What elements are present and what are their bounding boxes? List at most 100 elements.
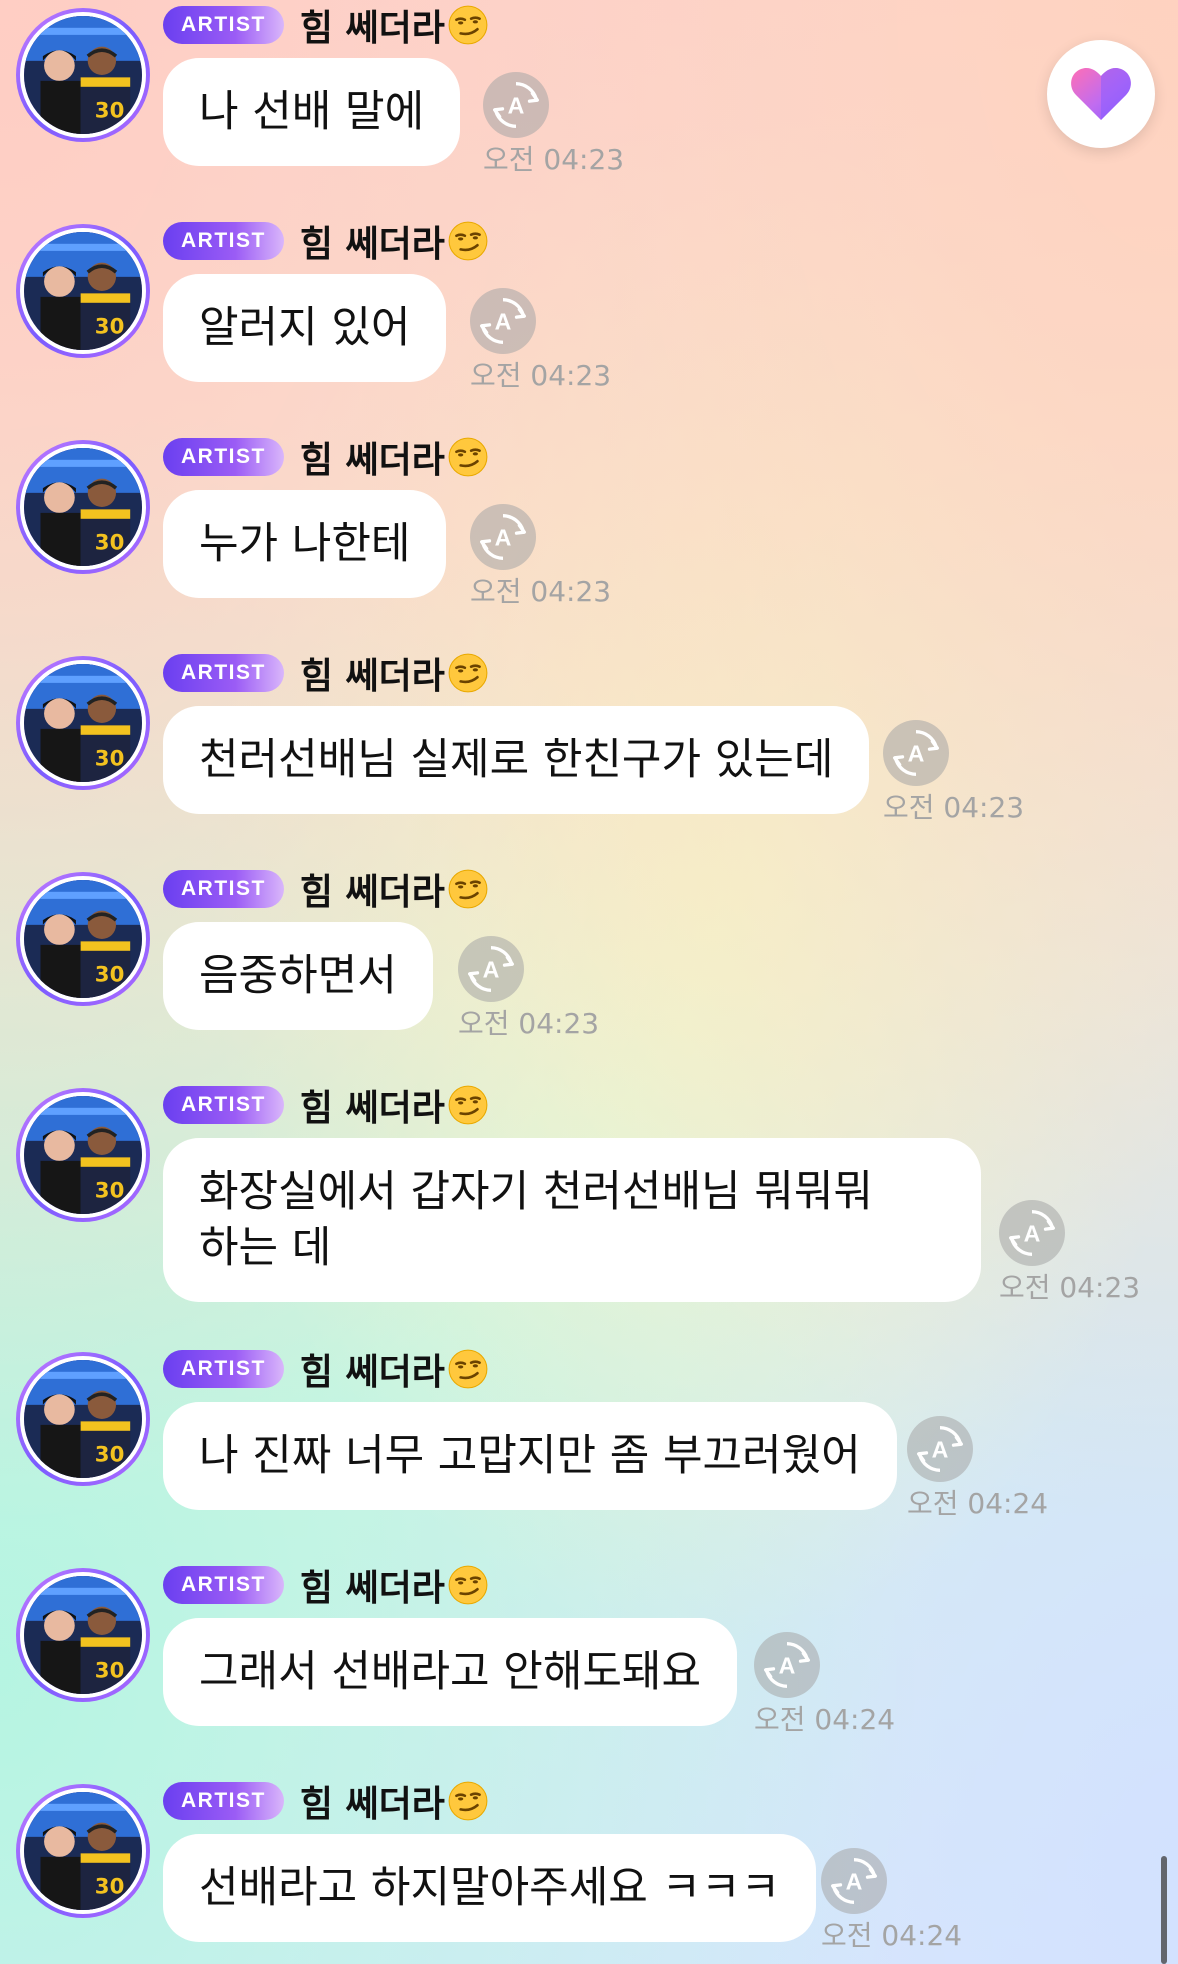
sender-name: 힘 쎄더라 bbox=[299, 656, 445, 697]
smirk-emoji-icon bbox=[447, 652, 489, 694]
auto-translate-icon: A bbox=[831, 1858, 877, 1904]
message-bubble[interactable]: 그래서 선배라고 안해도돼요 bbox=[163, 1618, 738, 1726]
avatar-photo: 30 bbox=[24, 232, 142, 350]
avatar[interactable]: 30 bbox=[16, 1784, 150, 1918]
sender-name: 힘 쎄더라 bbox=[299, 872, 445, 913]
avatar-photo: 30 bbox=[24, 664, 142, 782]
sender-row: ARTIST 힘 쎄더라 bbox=[163, 652, 489, 697]
message-time: 오전 04:24 bbox=[907, 1487, 1049, 1520]
message-time: 오전 04:23 bbox=[883, 791, 1025, 824]
message-time: 오전 04:23 bbox=[470, 575, 612, 608]
message-bubble[interactable]: 천러선배님 실제로 한친구가 있는데 bbox=[163, 706, 870, 814]
smirk-emoji-icon bbox=[447, 868, 489, 910]
smirk-emoji-icon bbox=[447, 1348, 489, 1390]
auto-translate-icon: A bbox=[1009, 1210, 1055, 1256]
avatar[interactable]: 30 bbox=[16, 440, 150, 574]
avatar[interactable]: 30 bbox=[16, 224, 150, 358]
svg-text:30: 30 bbox=[95, 962, 125, 987]
avatar[interactable]: 30 bbox=[16, 1352, 150, 1486]
svg-text:A: A bbox=[495, 525, 512, 551]
sender-row: ARTIST 힘 쎄더라 bbox=[163, 4, 489, 49]
avatar-photo: 30 bbox=[24, 16, 142, 134]
sender-name: 힘 쎄더라 bbox=[299, 1088, 445, 1129]
message-bubble[interactable]: 화장실에서 갑자기 천러선배님 뭐뭐뭐 하는 데 bbox=[163, 1138, 981, 1302]
smirk-emoji-icon bbox=[447, 220, 489, 262]
svg-text:A: A bbox=[908, 741, 925, 767]
auto-translate-button[interactable]: A bbox=[883, 720, 949, 786]
artist-badge: ARTIST bbox=[163, 1566, 284, 1604]
message-time: 오전 04:23 bbox=[470, 359, 612, 392]
message-bubble[interactable]: 알러지 있어 bbox=[163, 274, 447, 382]
auto-translate-button[interactable]: A bbox=[754, 1632, 820, 1698]
sender-name: 힘 쎄더라 bbox=[299, 8, 445, 49]
auto-translate-button[interactable]: A bbox=[483, 72, 549, 138]
svg-text:A: A bbox=[846, 1869, 863, 1895]
svg-text:A: A bbox=[483, 957, 500, 983]
avatar[interactable]: 30 bbox=[16, 1088, 150, 1222]
svg-text:30: 30 bbox=[95, 98, 125, 123]
auto-translate-button[interactable]: A bbox=[821, 1848, 887, 1914]
artist-badge: ARTIST bbox=[163, 654, 284, 692]
scrollbar[interactable] bbox=[1161, 1856, 1167, 1964]
auto-translate-button[interactable]: A bbox=[470, 504, 536, 570]
auto-translate-icon: A bbox=[480, 298, 526, 344]
svg-text:30: 30 bbox=[95, 1178, 125, 1203]
avatar[interactable]: 30 bbox=[16, 8, 150, 142]
sender-name: 힘 쎄더라 bbox=[299, 1352, 445, 1393]
artist-badge: ARTIST bbox=[163, 438, 284, 476]
auto-translate-button[interactable]: A bbox=[999, 1200, 1065, 1266]
auto-translate-button[interactable]: A bbox=[907, 1416, 973, 1482]
artist-badge: ARTIST bbox=[163, 1350, 284, 1388]
sender-name-wrap: 힘 쎄더라 bbox=[300, 1559, 489, 1611]
message-time: 오전 04:24 bbox=[821, 1919, 963, 1952]
message-time: 오전 04:23 bbox=[483, 143, 625, 176]
auto-translate-icon: A bbox=[893, 730, 939, 776]
sender-name: 힘 쎄더라 bbox=[299, 224, 445, 265]
message-bubble[interactable]: 나 선배 말에 bbox=[163, 58, 461, 166]
artist-badge: ARTIST bbox=[163, 222, 284, 260]
avatar-photo: 30 bbox=[24, 1792, 142, 1910]
smirk-emoji-icon bbox=[447, 1084, 489, 1126]
heart-icon bbox=[1071, 67, 1131, 120]
chat-message-list[interactable]: 30 ARTIST 힘 쎄더라 나 선배 말에 A 오전 04:23 30 AR… bbox=[0, 0, 1178, 1964]
sender-name-wrap: 힘 쎄더라 bbox=[300, 647, 489, 699]
avatar[interactable]: 30 bbox=[16, 1568, 150, 1702]
smirk-emoji-icon bbox=[447, 1780, 489, 1822]
artist-badge: ARTIST bbox=[163, 6, 284, 44]
avatar[interactable]: 30 bbox=[16, 872, 150, 1006]
svg-text:A: A bbox=[508, 93, 525, 119]
message-time: 오전 04:23 bbox=[458, 1007, 600, 1040]
sender-name-wrap: 힘 쎄더라 bbox=[300, 1343, 489, 1395]
smirk-emoji-icon bbox=[447, 436, 489, 478]
svg-text:30: 30 bbox=[95, 314, 125, 339]
sender-row: ARTIST 힘 쎄더라 bbox=[163, 1348, 489, 1393]
svg-text:30: 30 bbox=[95, 1874, 125, 1899]
svg-text:30: 30 bbox=[95, 1658, 125, 1683]
message-bubble[interactable]: 선배라고 하지말아주세요 ㅋㅋㅋ bbox=[163, 1834, 817, 1942]
message-bubble[interactable]: 나 진짜 너무 고맙지만 좀 부끄러웠어 bbox=[163, 1402, 897, 1510]
sender-name: 힘 쎄더라 bbox=[299, 1568, 445, 1609]
sender-row: ARTIST 힘 쎄더라 bbox=[163, 1564, 489, 1609]
svg-text:A: A bbox=[495, 309, 512, 335]
artist-badge: ARTIST bbox=[163, 1086, 284, 1124]
avatar-photo: 30 bbox=[24, 1360, 142, 1478]
sender-name: 힘 쎄더라 bbox=[299, 440, 445, 481]
sender-row: ARTIST 힘 쎄더라 bbox=[163, 868, 489, 913]
avatar-photo: 30 bbox=[24, 1096, 142, 1214]
auto-translate-icon: A bbox=[468, 946, 514, 992]
auto-translate-button[interactable]: A bbox=[470, 288, 536, 354]
message-time: 오전 04:24 bbox=[754, 1703, 896, 1736]
svg-text:A: A bbox=[932, 1437, 949, 1463]
sender-name-wrap: 힘 쎄더라 bbox=[300, 1775, 489, 1827]
avatar[interactable]: 30 bbox=[16, 656, 150, 790]
sender-row: ARTIST 힘 쎄더라 bbox=[163, 220, 489, 265]
artist-badge: ARTIST bbox=[163, 870, 284, 908]
artist-badge: ARTIST bbox=[163, 1782, 284, 1820]
message-bubble[interactable]: 누가 나한테 bbox=[163, 490, 447, 598]
svg-text:A: A bbox=[1024, 1221, 1041, 1247]
message-bubble[interactable]: 음중하면서 bbox=[163, 922, 433, 1030]
auto-translate-icon: A bbox=[917, 1426, 963, 1472]
favorite-button[interactable] bbox=[1047, 40, 1155, 148]
auto-translate-button[interactable]: A bbox=[458, 936, 524, 1002]
auto-translate-icon: A bbox=[493, 82, 539, 128]
